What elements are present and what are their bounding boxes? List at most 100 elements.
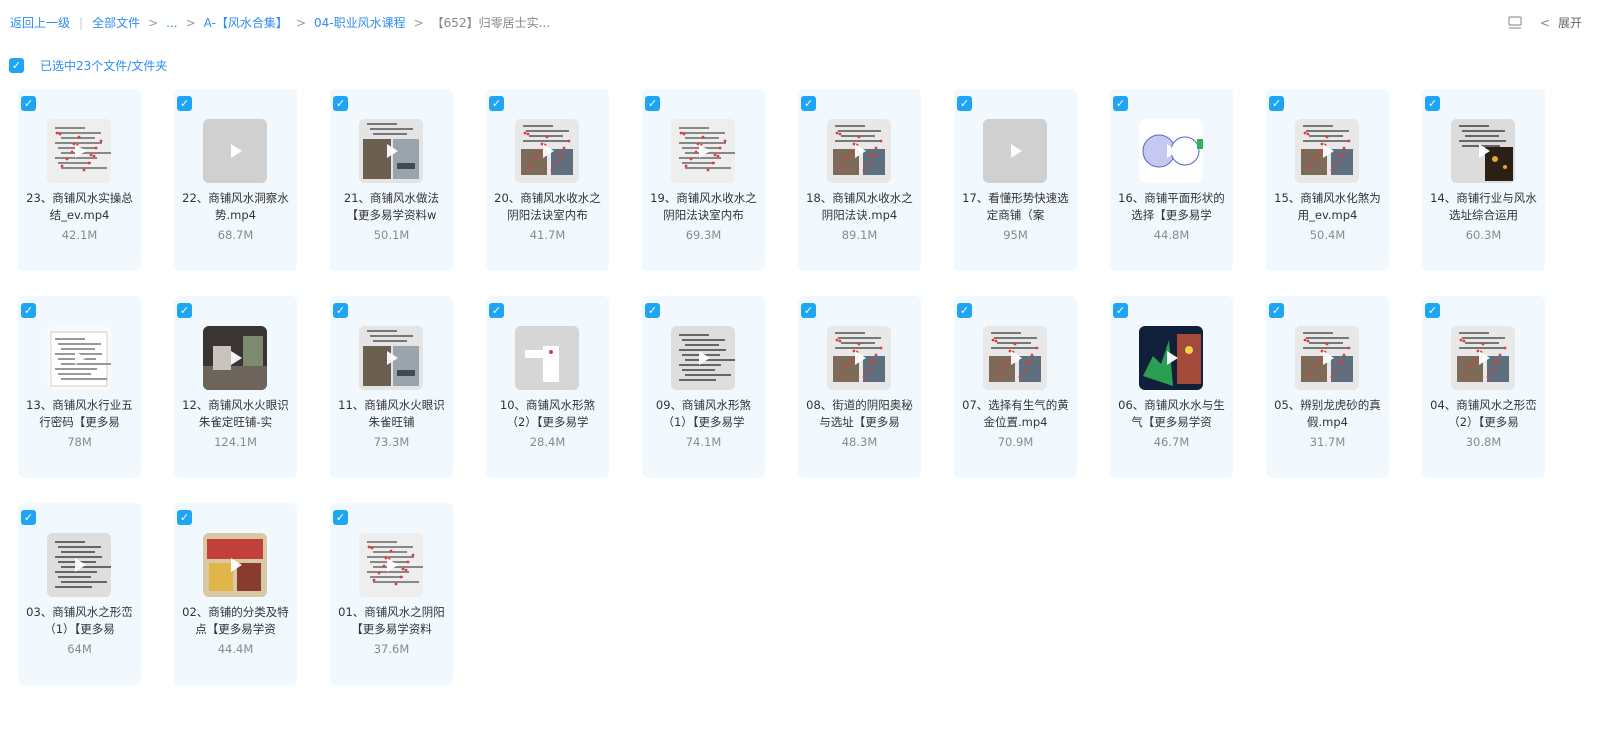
video-thumbnail: [671, 326, 735, 390]
file-checkbox[interactable]: ✓: [489, 303, 504, 318]
video-thumbnail: [983, 119, 1047, 183]
file-size: 70.9M: [997, 435, 1034, 449]
file-card[interactable]: ✓ 10、商铺风水形煞（2）【更多易学 28.4M: [486, 296, 609, 478]
file-card[interactable]: ✓ 08、街道的阴阳奥秘与选址【更多易 48.3M: [798, 296, 921, 478]
file-checkbox[interactable]: ✓: [1425, 96, 1440, 111]
file-name: 10、商铺风水形煞（2）【更多易学: [499, 398, 596, 429]
video-thumbnail: [1451, 119, 1515, 183]
file-checkbox[interactable]: ✓: [177, 510, 192, 525]
file-size: 31.7M: [1309, 435, 1346, 449]
breadcrumb-separator-icon: >: [413, 15, 424, 30]
breadcrumb-ellipsis[interactable]: ...: [166, 16, 177, 30]
back-link[interactable]: 返回上一级: [10, 14, 70, 31]
file-card[interactable]: ✓ 17、看懂形势快速选定商铺（案 95M: [954, 89, 1077, 271]
file-checkbox[interactable]: ✓: [21, 303, 36, 318]
file-card[interactable]: ✓ 02、商铺的分类及特点【更多易学资 44.4M: [174, 503, 297, 685]
file-card[interactable]: ✓ 23、商铺风水实操总结_ev.mp4 42.1M: [18, 89, 141, 271]
file-checkbox[interactable]: ✓: [957, 303, 972, 318]
top-right-controls: < 展开: [1508, 14, 1582, 31]
file-name: 09、商铺风水形煞（1）【更多易学: [655, 398, 752, 429]
file-checkbox[interactable]: ✓: [1425, 303, 1440, 318]
file-checkbox[interactable]: ✓: [1269, 303, 1284, 318]
file-card[interactable]: ✓ 09、商铺风水形煞（1）【更多易学 74.1M: [642, 296, 765, 478]
file-card[interactable]: ✓ 04、商铺风水之形峦（2）【更多易 30.8M: [1422, 296, 1545, 478]
breadcrumb-folder-fengshui[interactable]: A-【风水合集】: [204, 14, 288, 31]
file-name: 12、商铺风水火眼识朱雀定旺铺-实: [182, 398, 289, 429]
file-card[interactable]: ✓ 15、商铺风水化煞为用_ev.mp4 50.4M: [1266, 89, 1389, 271]
file-name: 06、商铺风水水与生气【更多易学资: [1118, 398, 1225, 429]
file-checkbox[interactable]: ✓: [21, 510, 36, 525]
file-card[interactable]: ✓ 07、选择有生气的黄金位置.mp4 70.9M: [954, 296, 1077, 478]
play-icon: [699, 351, 710, 365]
video-thumbnail: [1451, 326, 1515, 390]
file-checkbox[interactable]: ✓: [21, 96, 36, 111]
file-card[interactable]: ✓ 06、商铺风水水与生气【更多易学资 46.7M: [1110, 296, 1233, 478]
video-thumbnail: [827, 119, 891, 183]
file-size: 42.1M: [61, 228, 98, 242]
file-size: 28.4M: [529, 435, 566, 449]
top-bar: 返回上一级 | 全部文件 > ... > A-【风水合集】 > 04-职业风水课…: [0, 0, 1608, 44]
file-name: 13、商铺风水行业五行密码【更多易: [26, 398, 133, 429]
list-view-icon[interactable]: [1508, 16, 1522, 29]
file-checkbox[interactable]: ✓: [801, 96, 816, 111]
file-checkbox[interactable]: ✓: [645, 96, 660, 111]
file-name: 08、街道的阴阳奥秘与选址【更多易: [806, 398, 913, 429]
file-name: 05、辨别龙虎砂的真假.mp4: [1274, 398, 1381, 429]
video-thumbnail: [671, 119, 735, 183]
file-size: 46.7M: [1153, 435, 1190, 449]
file-card[interactable]: ✓ 21、商铺风水做法【更多易学资料w 50.1M: [330, 89, 453, 271]
file-size: 78M: [67, 435, 92, 449]
file-checkbox[interactable]: ✓: [333, 96, 348, 111]
file-card[interactable]: ✓ 18、商铺风水收水之阴阳法诀.mp4 89.1M: [798, 89, 921, 271]
file-name: 01、商铺风水之阴阳【更多易学资料: [338, 605, 445, 636]
play-icon: [387, 351, 398, 365]
file-checkbox[interactable]: ✓: [801, 303, 816, 318]
video-thumbnail: [203, 326, 267, 390]
file-checkbox[interactable]: ✓: [957, 96, 972, 111]
video-thumbnail: [515, 119, 579, 183]
file-size: 30.8M: [1465, 435, 1502, 449]
file-checkbox[interactable]: ✓: [489, 96, 504, 111]
file-checkbox[interactable]: ✓: [1269, 96, 1284, 111]
file-checkbox[interactable]: ✓: [333, 303, 348, 318]
file-size: 68.7M: [217, 228, 254, 242]
file-name: 15、商铺风水化煞为用_ev.mp4: [1274, 191, 1381, 222]
file-name: 18、商铺风水收水之阴阳法诀.mp4: [806, 191, 913, 222]
file-size: 50.4M: [1309, 228, 1346, 242]
file-card[interactable]: ✓ 19、商铺风水收水之阴阳法诀室内布 69.3M: [642, 89, 765, 271]
file-size: 73.3M: [373, 435, 410, 449]
video-thumbnail: [47, 119, 111, 183]
file-card[interactable]: ✓ 14、商铺行业与风水选址综合运用 60.3M: [1422, 89, 1545, 271]
file-checkbox[interactable]: ✓: [177, 96, 192, 111]
file-card[interactable]: ✓ 05、辨别龙虎砂的真假.mp4 31.7M: [1266, 296, 1389, 478]
select-all-checkbox[interactable]: ✓: [9, 58, 24, 73]
file-name: 19、商铺风水收水之阴阳法诀室内布: [650, 191, 757, 222]
file-checkbox[interactable]: ✓: [1113, 303, 1128, 318]
file-card[interactable]: ✓ 12、商铺风水火眼识朱雀定旺铺-实 124.1M: [174, 296, 297, 478]
file-card[interactable]: ✓ 11、商铺风水火眼识朱雀旺铺 73.3M: [330, 296, 453, 478]
play-icon: [387, 558, 398, 572]
file-card[interactable]: ✓ 03、商铺风水之形峦（1）【更多易 64M: [18, 503, 141, 685]
file-card[interactable]: ✓ 01、商铺风水之阴阳【更多易学资料 37.6M: [330, 503, 453, 685]
play-icon: [75, 351, 86, 365]
breadcrumb-divider: |: [79, 15, 84, 30]
video-thumbnail: [983, 326, 1047, 390]
file-card[interactable]: ✓ 13、商铺风水行业五行密码【更多易 78M: [18, 296, 141, 478]
breadcrumb-folder-course[interactable]: 04-职业风水课程: [314, 14, 406, 31]
file-checkbox[interactable]: ✓: [1113, 96, 1128, 111]
file-name: 20、商铺风水收水之阴阳法诀室内布: [494, 191, 601, 222]
breadcrumb-current: 【652】归零居士实...: [431, 16, 551, 30]
file-size: 69.3M: [685, 228, 722, 242]
file-size: 37.6M: [373, 642, 410, 656]
play-icon: [1011, 144, 1022, 158]
breadcrumb-all-files[interactable]: 全部文件: [92, 14, 140, 31]
file-card[interactable]: ✓ 20、商铺风水收水之阴阳法诀室内布 41.7M: [486, 89, 609, 271]
file-checkbox[interactable]: ✓: [333, 510, 348, 525]
file-checkbox[interactable]: ✓: [177, 303, 192, 318]
file-card[interactable]: ✓ 16、商铺平面形状的选择【更多易学 44.8M: [1110, 89, 1233, 271]
file-name: 22、商铺风水洞察水势.mp4: [182, 191, 289, 222]
expand-button[interactable]: < 展开: [1540, 14, 1582, 31]
play-icon: [543, 144, 554, 158]
file-checkbox[interactable]: ✓: [645, 303, 660, 318]
file-card[interactable]: ✓ 22、商铺风水洞察水势.mp4 68.7M: [174, 89, 297, 271]
